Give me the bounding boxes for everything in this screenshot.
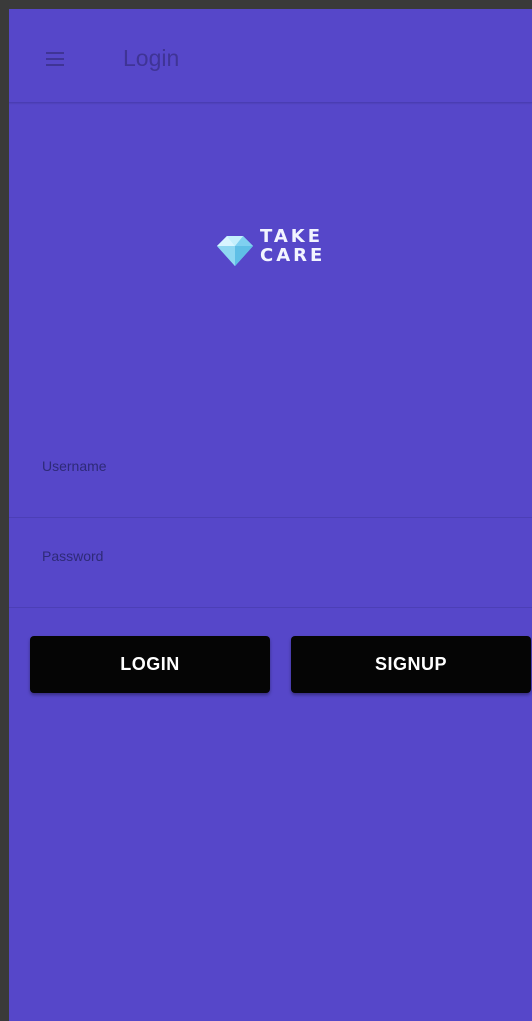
menu-bar bbox=[46, 58, 64, 60]
username-input[interactable] bbox=[42, 459, 516, 501]
device-frame: Login TAKE CARE Username Password LOGIN … bbox=[0, 0, 532, 1021]
toolbar: Login bbox=[9, 9, 532, 103]
password-input[interactable] bbox=[42, 549, 516, 591]
username-field[interactable]: Username bbox=[9, 429, 532, 518]
password-field[interactable]: Password bbox=[9, 519, 532, 608]
page-title: Login bbox=[123, 45, 180, 71]
gem-logo-icon bbox=[217, 236, 253, 266]
logo-line-1: TAKE bbox=[260, 226, 324, 247]
menu-bar bbox=[46, 52, 64, 54]
logo-line-2: CARE bbox=[260, 245, 326, 266]
app-screen: Login TAKE CARE Username Password LOGIN … bbox=[9, 9, 532, 1021]
logo-wordmark: TAKE CARE bbox=[260, 227, 325, 265]
app-logo: TAKE CARE bbox=[215, 227, 350, 287]
signup-button[interactable]: SIGNUP bbox=[291, 636, 531, 693]
login-button[interactable]: LOGIN bbox=[30, 636, 270, 693]
menu-bar bbox=[46, 64, 64, 66]
hamburger-menu-icon[interactable] bbox=[46, 52, 64, 66]
